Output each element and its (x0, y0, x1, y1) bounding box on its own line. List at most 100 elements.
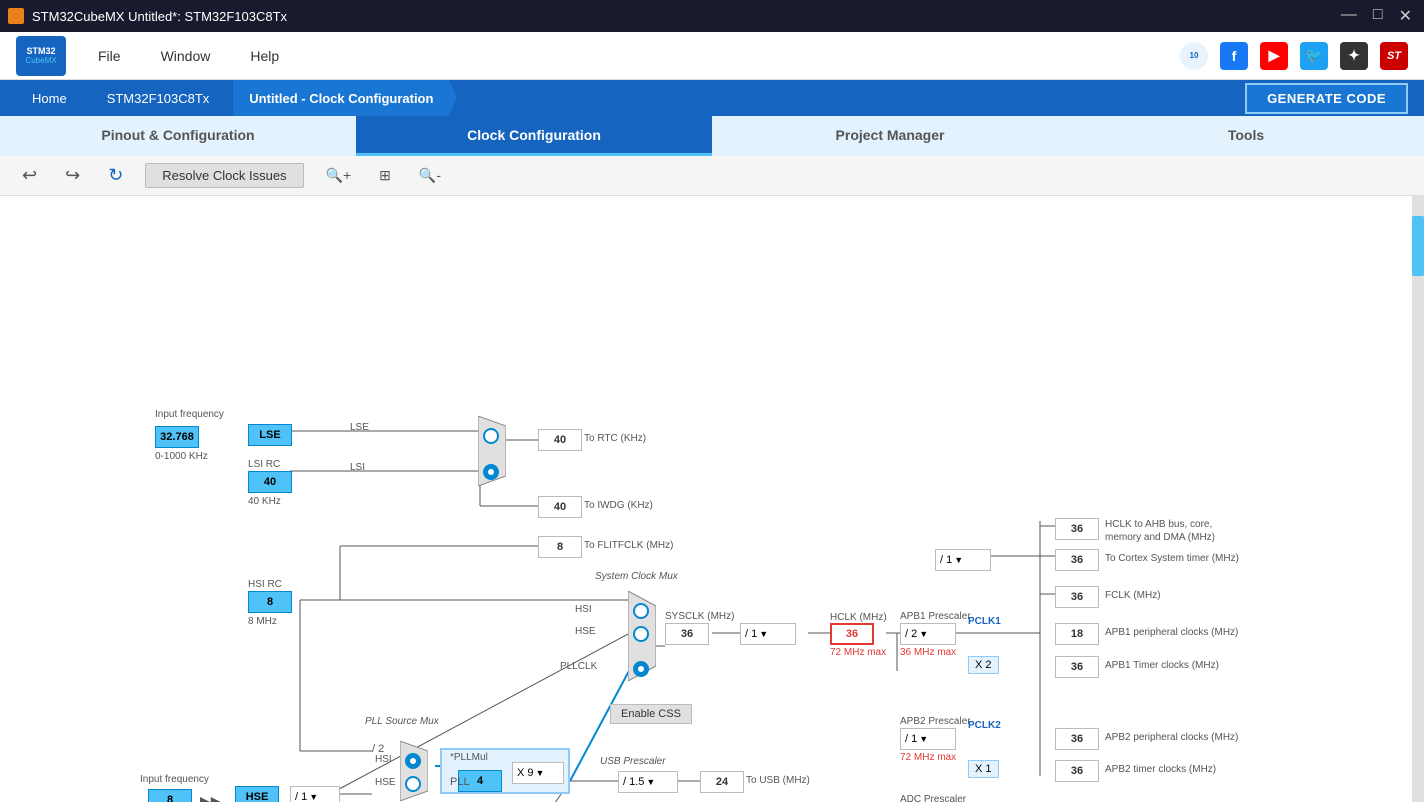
maximize-button[interactable]: □ (1369, 6, 1387, 26)
lse-freq-input[interactable] (155, 426, 199, 448)
toolbar: ↩ ↪ ↻ Resolve Clock Issues 🔍+ ⊞ 🔍- (0, 156, 1424, 196)
menu-items: File Window Help (98, 48, 279, 64)
tab-project[interactable]: Project Manager (712, 116, 1068, 156)
pll-label: PLL (450, 776, 470, 788)
st-icon[interactable]: ST (1380, 42, 1408, 70)
hse-mux-label: HSE (575, 626, 596, 637)
fit-view-button[interactable]: ⊞ (373, 163, 397, 188)
tab-clock[interactable]: Clock Configuration (356, 116, 712, 156)
pllclk-mux-label: PLLCLK (560, 661, 597, 672)
tab-pinout[interactable]: Pinout & Configuration (0, 116, 356, 156)
apb1-peri-label: APB1 peripheral clocks (MHz) (1105, 627, 1238, 638)
fclk-label: FCLK (MHz) (1105, 590, 1161, 601)
lse-box[interactable]: LSE (248, 424, 292, 446)
cortex-timer-value: 36 (1055, 549, 1099, 571)
clock-canvas: Input frequency 0-1000 KHz LSE LSI RC 40… (0, 196, 1412, 802)
window-controls[interactable]: — □ ✕ (1337, 6, 1416, 26)
pll-source-mux-label: PLL Source Mux (365, 716, 439, 727)
hsi-mux-label: HSI (575, 604, 592, 615)
undo-button[interactable]: ↩ (16, 161, 43, 190)
pll-hse-radio[interactable] (405, 776, 421, 792)
menu-help[interactable]: Help (250, 48, 279, 64)
menubar: STM32 CubeMX File Window Help 10 f ▶ 🐦 ✦… (0, 32, 1424, 80)
apb1-peri-value: 18 (1055, 623, 1099, 645)
lsi-value-box[interactable]: 40 (248, 471, 292, 493)
cortex-timer-prescaler[interactable]: / 1 ▼ (935, 549, 991, 571)
ahb-prescaler-select[interactable]: / 1 ▼ (740, 623, 796, 645)
lse-freq-range: 0-1000 KHz (155, 451, 208, 462)
iwdg-value-box: 40 (538, 496, 582, 518)
hsi-sysclk-radio[interactable] (633, 603, 649, 619)
hclk-ahb-value: 36 (1055, 518, 1099, 540)
generate-code-button[interactable]: GENERATE CODE (1245, 83, 1408, 114)
apb1-x2-box: X 2 (968, 656, 999, 674)
fclk-value: 36 (1055, 586, 1099, 608)
usb-div-select[interactable]: / 1.5 ▼ (618, 771, 678, 793)
pclk2-label: PCLK2 (968, 720, 1001, 731)
hclk-value-box[interactable]: 36 (830, 623, 874, 645)
apb2-peri-label: APB2 peripheral clocks (MHz) (1105, 732, 1238, 743)
pll-source-mux-shape[interactable] (400, 741, 428, 801)
resolve-clock-issues-button[interactable]: Resolve Clock Issues (145, 163, 303, 188)
hsi-mhz-label: 8 MHz (248, 616, 277, 627)
scrollbar-thumb[interactable] (1412, 216, 1424, 276)
zoom-out-button[interactable]: 🔍- (413, 163, 447, 188)
apb1-prescaler-select[interactable]: / 2 ▼ (900, 623, 956, 645)
menu-window[interactable]: Window (161, 48, 211, 64)
hse-div1-select[interactable]: / 1 ▼ (290, 786, 340, 802)
stm32cubemx-logo: STM32 CubeMX (16, 36, 66, 76)
menubar-left: STM32 CubeMX File Window Help (16, 36, 279, 76)
sysclk-value-box: 36 (665, 623, 709, 645)
enable-css-button[interactable]: Enable CSS (610, 704, 692, 724)
apb2-x1-box: X 1 (968, 760, 999, 778)
hse-box[interactable]: HSE (235, 786, 279, 802)
breadcrumb-home[interactable]: Home (16, 80, 83, 116)
minimize-button[interactable]: — (1337, 6, 1361, 26)
hse-sysclk-radio[interactable] (633, 626, 649, 642)
flitf-label: To FLITFCLK (MHz) (584, 540, 673, 551)
pll-mul-select[interactable]: X 9 ▼ (512, 762, 564, 784)
lsi-line-label: LSI (350, 462, 365, 473)
lsi-khz-label: 40 KHz (248, 496, 281, 507)
lse-input-freq-label: Input frequency (155, 409, 224, 420)
redo-button[interactable]: ↪ (59, 161, 86, 190)
network-icon[interactable]: ✦ (1340, 42, 1368, 70)
refresh-button[interactable]: ↻ (102, 161, 129, 190)
pll-hsi-radio[interactable] (405, 753, 421, 769)
version-badge: 10 (1180, 42, 1208, 70)
apb2-timer-label: APB2 timer clocks (MHz) (1105, 764, 1216, 775)
lse-select-radio[interactable] (483, 428, 499, 444)
titlebar-content: STM32CubeMX Untitled*: STM32F103C8Tx (8, 8, 287, 24)
pll-hsi-label: HSI (375, 754, 392, 765)
hsi-value-box[interactable]: 8 (248, 591, 292, 613)
lsi-select-radio[interactable] (483, 464, 499, 480)
menubar-right: 10 f ▶ 🐦 ✦ ST (1180, 42, 1408, 70)
facebook-icon[interactable]: f (1220, 42, 1248, 70)
tab-tools[interactable]: Tools (1068, 116, 1424, 156)
apb2-max-label: 72 MHz max (900, 752, 956, 763)
apb2-prescaler-select[interactable]: / 1 ▼ (900, 728, 956, 750)
usb-label: To USB (MHz) (746, 775, 810, 786)
hsi-rc-label: HSI RC (248, 579, 282, 590)
main-area: Input frequency 0-1000 KHz LSE LSI RC 40… (0, 196, 1424, 802)
system-clock-mux-label: System Clock Mux (595, 571, 678, 582)
scrollbar[interactable] (1412, 196, 1424, 802)
breadcrumb-device[interactable]: STM32F103C8Tx (91, 80, 226, 116)
hse-freq-input[interactable]: 8 (148, 789, 192, 802)
twitter-icon[interactable]: 🐦 (1300, 42, 1328, 70)
apb1-prescaler-label: APB1 Prescaler (900, 611, 971, 622)
cortex-timer-label: To Cortex System timer (MHz) (1105, 553, 1239, 564)
close-button[interactable]: ✕ (1395, 6, 1416, 26)
breadcrumb-current[interactable]: Untitled - Clock Configuration (233, 80, 449, 116)
logo-area: STM32 CubeMX (16, 36, 66, 76)
iwdg-label: To IWDG (KHz) (584, 500, 653, 511)
apb1-max-label: 36 MHz max (900, 647, 956, 658)
pllclk-sysclk-radio[interactable] (633, 661, 649, 677)
apb1-timer-label: APB1 Timer clocks (MHz) (1105, 660, 1219, 671)
lse-line-label: LSE (350, 422, 369, 433)
zoom-in-button[interactable]: 🔍+ (320, 163, 358, 188)
apb2-timer-value: 36 (1055, 760, 1099, 782)
pll-box: *PLLMul 4 PLL X 9 ▼ (440, 748, 570, 794)
menu-file[interactable]: File (98, 48, 121, 64)
youtube-icon[interactable]: ▶ (1260, 42, 1288, 70)
